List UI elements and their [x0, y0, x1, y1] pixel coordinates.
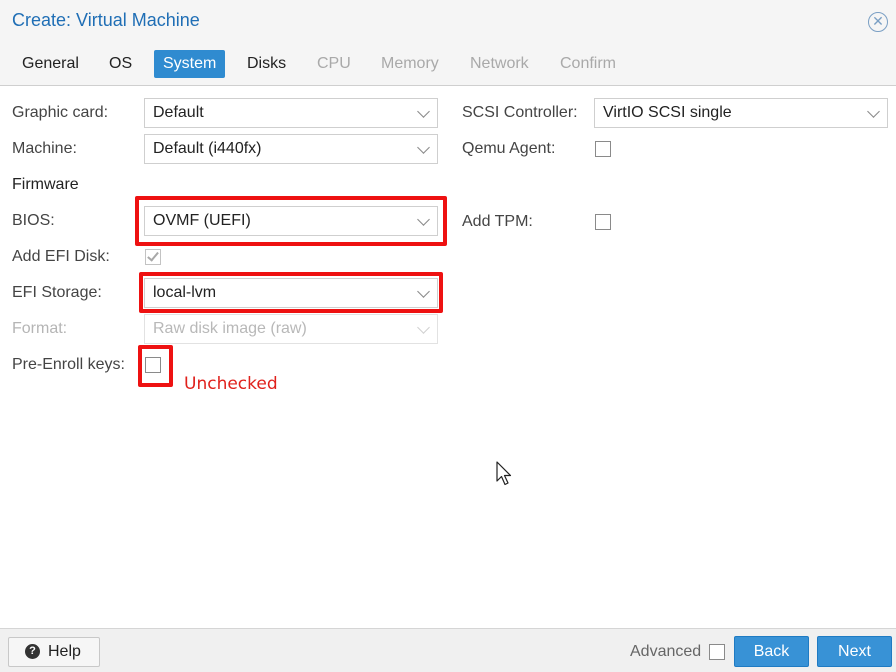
- checkmark-icon: [147, 249, 159, 262]
- firmware-heading: Firmware: [12, 176, 79, 193]
- tab-general[interactable]: General: [13, 50, 88, 78]
- bios-label: BIOS:: [12, 212, 55, 229]
- scsi-controller-select[interactable]: VirtIO SCSI single: [594, 98, 888, 128]
- efi-storage-label: EFI Storage:: [12, 284, 102, 301]
- tab-os[interactable]: OS: [100, 50, 141, 78]
- bios-highlight-box: [135, 196, 447, 246]
- help-icon: ?: [25, 644, 40, 659]
- qemu-agent-checkbox[interactable]: [595, 141, 611, 157]
- window-titlebar: Create: Virtual Machine ✕: [0, 0, 896, 42]
- efi-storage-highlight-box: [139, 272, 443, 313]
- next-button[interactable]: Next: [817, 636, 892, 667]
- add-tpm-checkbox[interactable]: [595, 214, 611, 230]
- dialog-footer: ? Help Advanced Back Next: [0, 628, 896, 672]
- tab-confirm: Confirm: [560, 55, 617, 72]
- add-efi-disk-label: Add EFI Disk:: [12, 248, 110, 265]
- tab-disks[interactable]: Disks: [238, 50, 295, 78]
- help-button[interactable]: ? Help: [8, 637, 100, 667]
- tab-system[interactable]: System: [154, 50, 226, 78]
- unchecked-annotation: Unchecked: [184, 374, 278, 394]
- chevron-down-icon: [417, 105, 430, 118]
- format-label: Format:: [12, 320, 68, 337]
- advanced-label: Advanced: [630, 643, 702, 660]
- qemu-agent-label: Qemu Agent:: [462, 140, 556, 157]
- tab-cpu: CPU: [317, 55, 351, 72]
- chevron-down-icon: [417, 321, 430, 334]
- machine-value: Default (i440fx): [153, 140, 262, 157]
- mouse-cursor-icon: [496, 461, 512, 486]
- advanced-checkbox[interactable]: [709, 644, 725, 660]
- tab-bar: General OS System Disks CPU Memory Netwo…: [0, 42, 896, 86]
- machine-label: Machine:: [12, 140, 77, 157]
- format-value: Raw disk image (raw): [153, 320, 307, 337]
- format-select: Raw disk image (raw): [144, 314, 438, 344]
- back-button[interactable]: Back: [734, 636, 809, 667]
- pre-enroll-keys-label: Pre-Enroll keys:: [12, 356, 125, 373]
- graphic-card-value: Default: [153, 104, 204, 121]
- window-title: Create: Virtual Machine: [12, 10, 200, 30]
- graphic-card-select[interactable]: Default: [144, 98, 438, 128]
- add-efi-disk-checkbox: [145, 249, 161, 265]
- pre-enroll-highlight-box: [138, 345, 173, 387]
- tab-memory: Memory: [381, 55, 439, 72]
- close-icon[interactable]: ✕: [868, 12, 888, 32]
- scsi-controller-value: VirtIO SCSI single: [603, 104, 732, 121]
- machine-select[interactable]: Default (i440fx): [144, 134, 438, 164]
- chevron-down-icon: [417, 141, 430, 154]
- tab-network: Network: [470, 55, 529, 72]
- scsi-controller-label: SCSI Controller:: [462, 104, 578, 121]
- chevron-down-icon: [867, 105, 880, 118]
- add-tpm-label: Add TPM:: [462, 213, 533, 230]
- graphic-card-label: Graphic card:: [12, 104, 109, 121]
- help-button-label: Help: [48, 643, 81, 660]
